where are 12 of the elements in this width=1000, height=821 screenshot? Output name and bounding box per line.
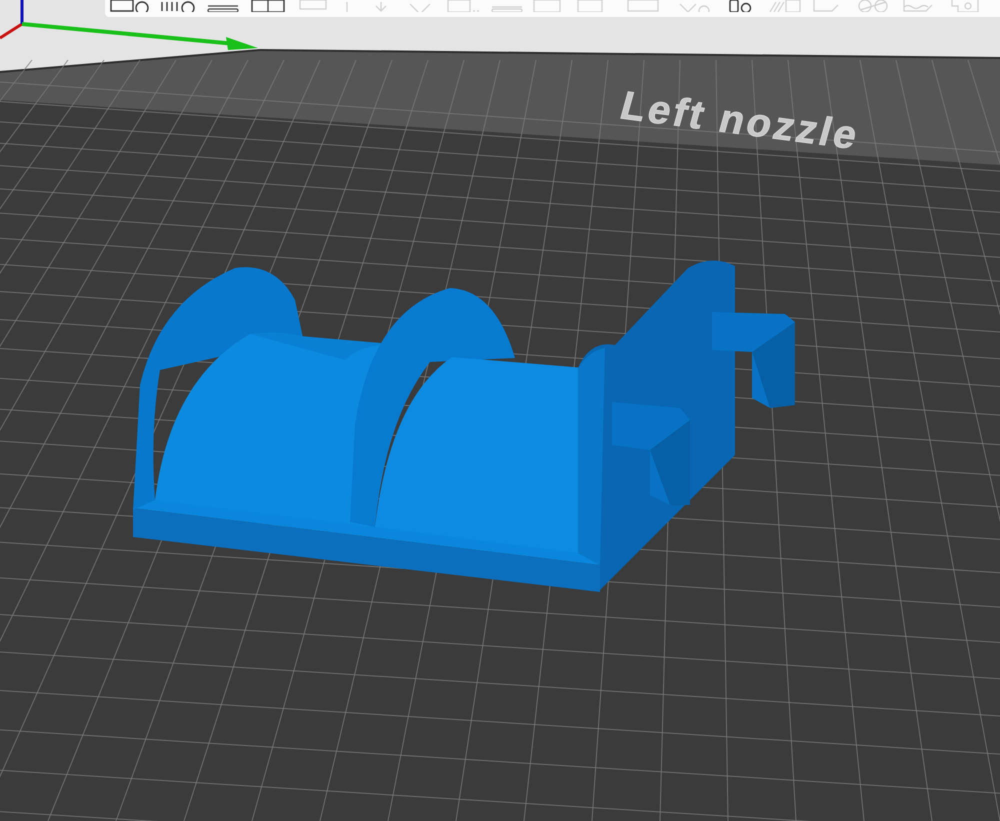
phone-magnifier-icon[interactable] <box>728 0 754 12</box>
window-icon[interactable] <box>250 0 286 12</box>
hatched-panel-icon[interactable] <box>768 0 802 12</box>
dashed-rectangle-icon[interactable] <box>446 0 482 12</box>
panel-icon[interactable] <box>532 0 562 12</box>
wheels-icon[interactable] <box>856 0 890 12</box>
bed-label: Left nozzle <box>616 83 866 158</box>
wave-box-icon[interactable] <box>902 0 934 12</box>
box-info-icon[interactable] <box>110 0 150 12</box>
plate-icon[interactable] <box>626 0 660 12</box>
card-icon[interactable] <box>576 0 604 12</box>
bars-info-icon[interactable] <box>160 0 196 12</box>
